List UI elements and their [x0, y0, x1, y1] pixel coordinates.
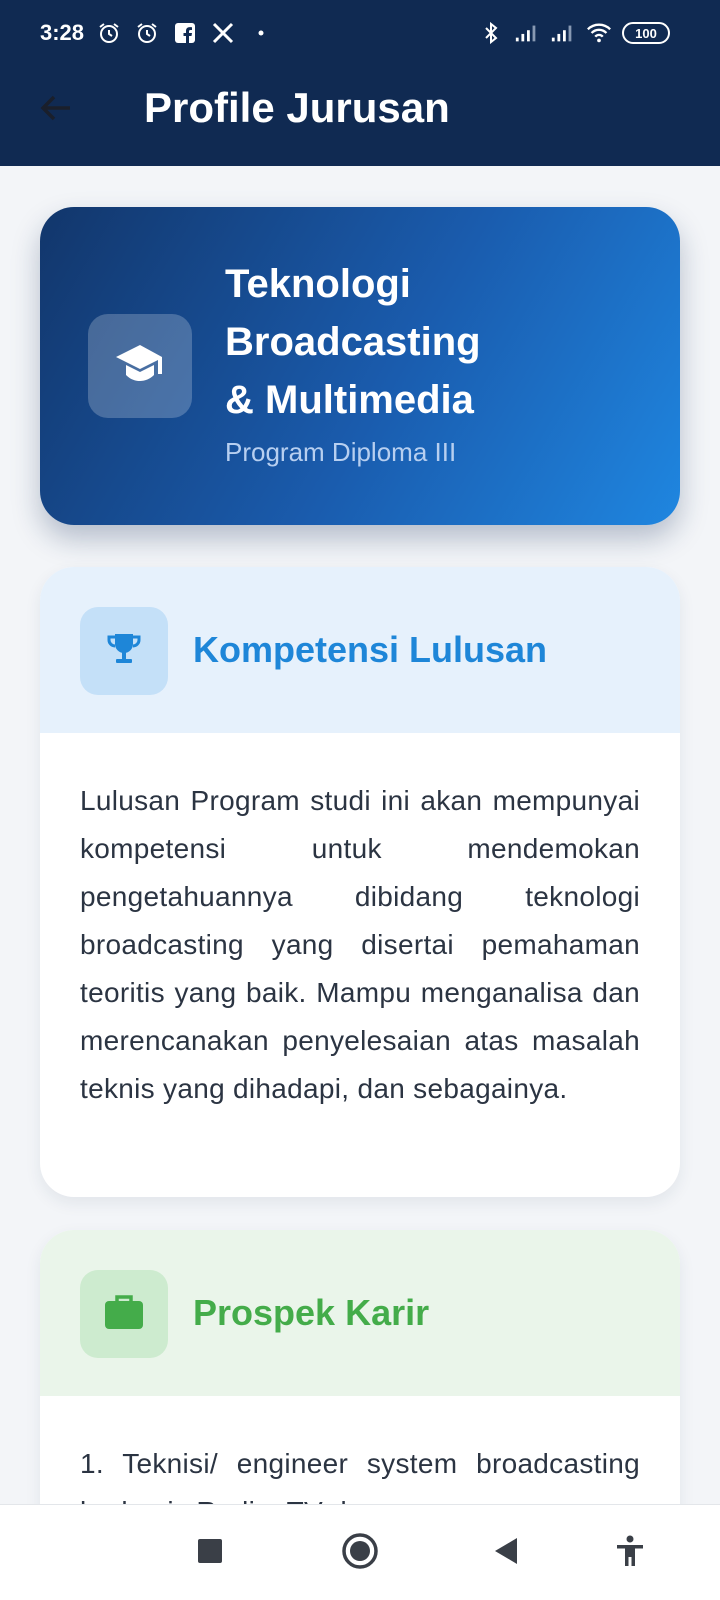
graduation-cap-icon: [114, 341, 166, 392]
kompetensi-description: Lulusan Program studi ini akan mempunyai…: [80, 785, 640, 1104]
back-button[interactable]: [36, 90, 76, 130]
karir-title: Prospek Karir: [193, 1292, 430, 1333]
dot-icon: [248, 20, 274, 46]
program-hero-card: Teknologi Broadcasting & Multimedia Prog…: [40, 207, 680, 525]
trophy-icon: [104, 629, 144, 674]
karir-card-header: Prospek Karir: [40, 1230, 680, 1396]
kompetensi-title: Kompetensi Lulusan: [193, 629, 548, 670]
accessibility-button[interactable]: [606, 1529, 654, 1577]
accessibility-icon: [615, 1535, 645, 1572]
alarm-icon: [134, 20, 160, 46]
arrow-left-icon: [38, 90, 74, 131]
home-circle-icon: [341, 1532, 379, 1575]
status-bar: 3:28 100: [0, 0, 720, 70]
back-triangle-icon: [492, 1536, 520, 1571]
recents-button[interactable]: [186, 1529, 234, 1577]
kompetensi-card-header: Kompetensi Lulusan: [40, 567, 680, 733]
program-title-line: & Multimedia: [225, 378, 474, 422]
program-title: Teknologi Broadcasting & Multimedia: [225, 255, 585, 429]
facebook-icon: [172, 20, 198, 46]
screen: 3:28 100 Profile Jurusan Teknologi Broad…: [0, 0, 720, 1600]
signal-icon: [550, 20, 576, 46]
home-button[interactable]: [336, 1529, 384, 1577]
status-left-icons: [96, 20, 274, 46]
karir-icon-container: [80, 1270, 168, 1358]
kompetensi-card: Kompetensi Lulusan Lulusan Program studi…: [40, 567, 680, 1197]
top-bar: 3:28 100 Profile Jurusan: [0, 0, 720, 166]
wifi-icon: [586, 20, 612, 46]
program-title-line: Teknologi: [225, 262, 411, 306]
status-time: 3:28: [40, 20, 85, 45]
system-nav-bar: [0, 1504, 720, 1600]
briefcase-icon: [103, 1293, 145, 1336]
status-right-icons: 100: [478, 20, 670, 46]
program-title-line: Broadcasting: [225, 320, 481, 364]
recents-square-icon: [197, 1538, 223, 1569]
page-title: Profile Jurusan: [144, 84, 450, 131]
signal-icon: [514, 20, 540, 46]
back-nav-button[interactable]: [482, 1529, 530, 1577]
bluetooth-icon: [478, 20, 504, 46]
program-subtitle: Program Diploma III: [225, 437, 457, 467]
kompetensi-icon-container: [80, 607, 168, 695]
hero-icon-container: [88, 314, 192, 418]
x-icon: [210, 20, 236, 46]
battery-indicator: 100: [622, 22, 670, 44]
alarm-icon: [96, 20, 122, 46]
